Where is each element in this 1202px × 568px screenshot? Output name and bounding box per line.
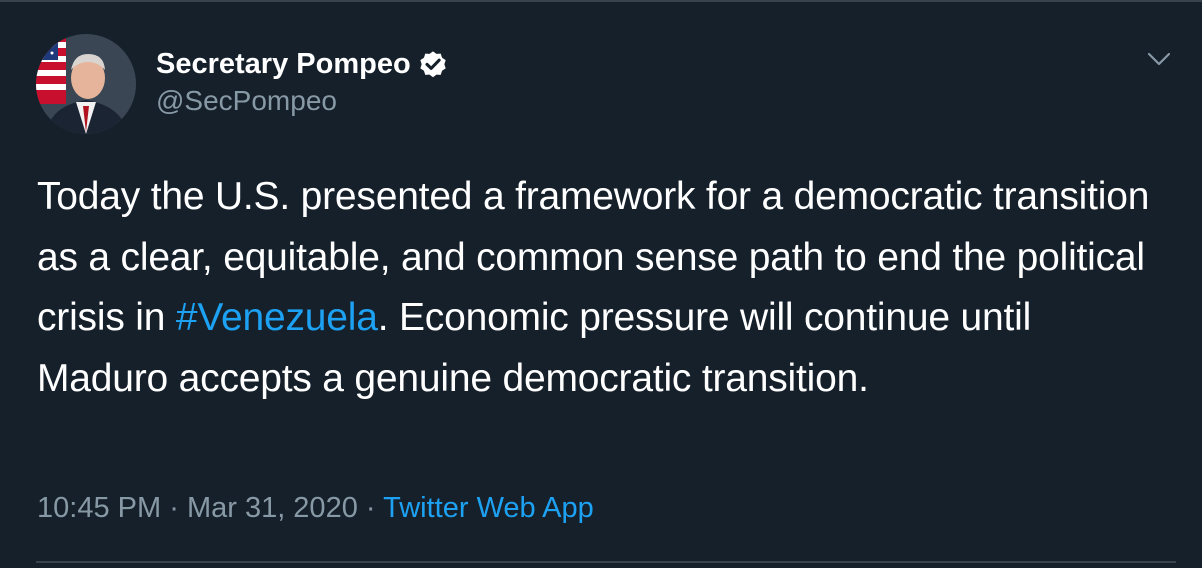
author-display-name[interactable]: Secretary Pompeo <box>156 48 411 81</box>
bottom-divider <box>36 561 1176 563</box>
author-handle[interactable]: @SecPompeo <box>156 85 337 117</box>
meta-separator: · <box>169 492 179 524</box>
verified-badge-icon <box>417 48 449 80</box>
chevron-down-icon[interactable] <box>1146 46 1172 72</box>
tweet-card: Secretary Pompeo @SecPompeo Today the U.… <box>0 0 1202 568</box>
hashtag-link[interactable]: #Venezuela <box>176 296 378 339</box>
tweet-time[interactable]: 10:45 PM <box>37 492 161 524</box>
tweet-metadata: 10:45 PM · Mar 31, 2020 · Twitter Web Ap… <box>37 492 594 525</box>
tweet-text: Today the U.S. presented a framework for… <box>37 167 1167 409</box>
tweet-source-link[interactable]: Twitter Web App <box>383 492 594 524</box>
tweet-date[interactable]: Mar 31, 2020 <box>187 492 358 524</box>
avatar[interactable] <box>36 34 136 134</box>
avatar-image <box>36 34 136 134</box>
author-name-row[interactable]: Secretary Pompeo <box>156 44 449 84</box>
top-divider <box>0 0 1202 2</box>
meta-separator: · <box>365 492 376 524</box>
